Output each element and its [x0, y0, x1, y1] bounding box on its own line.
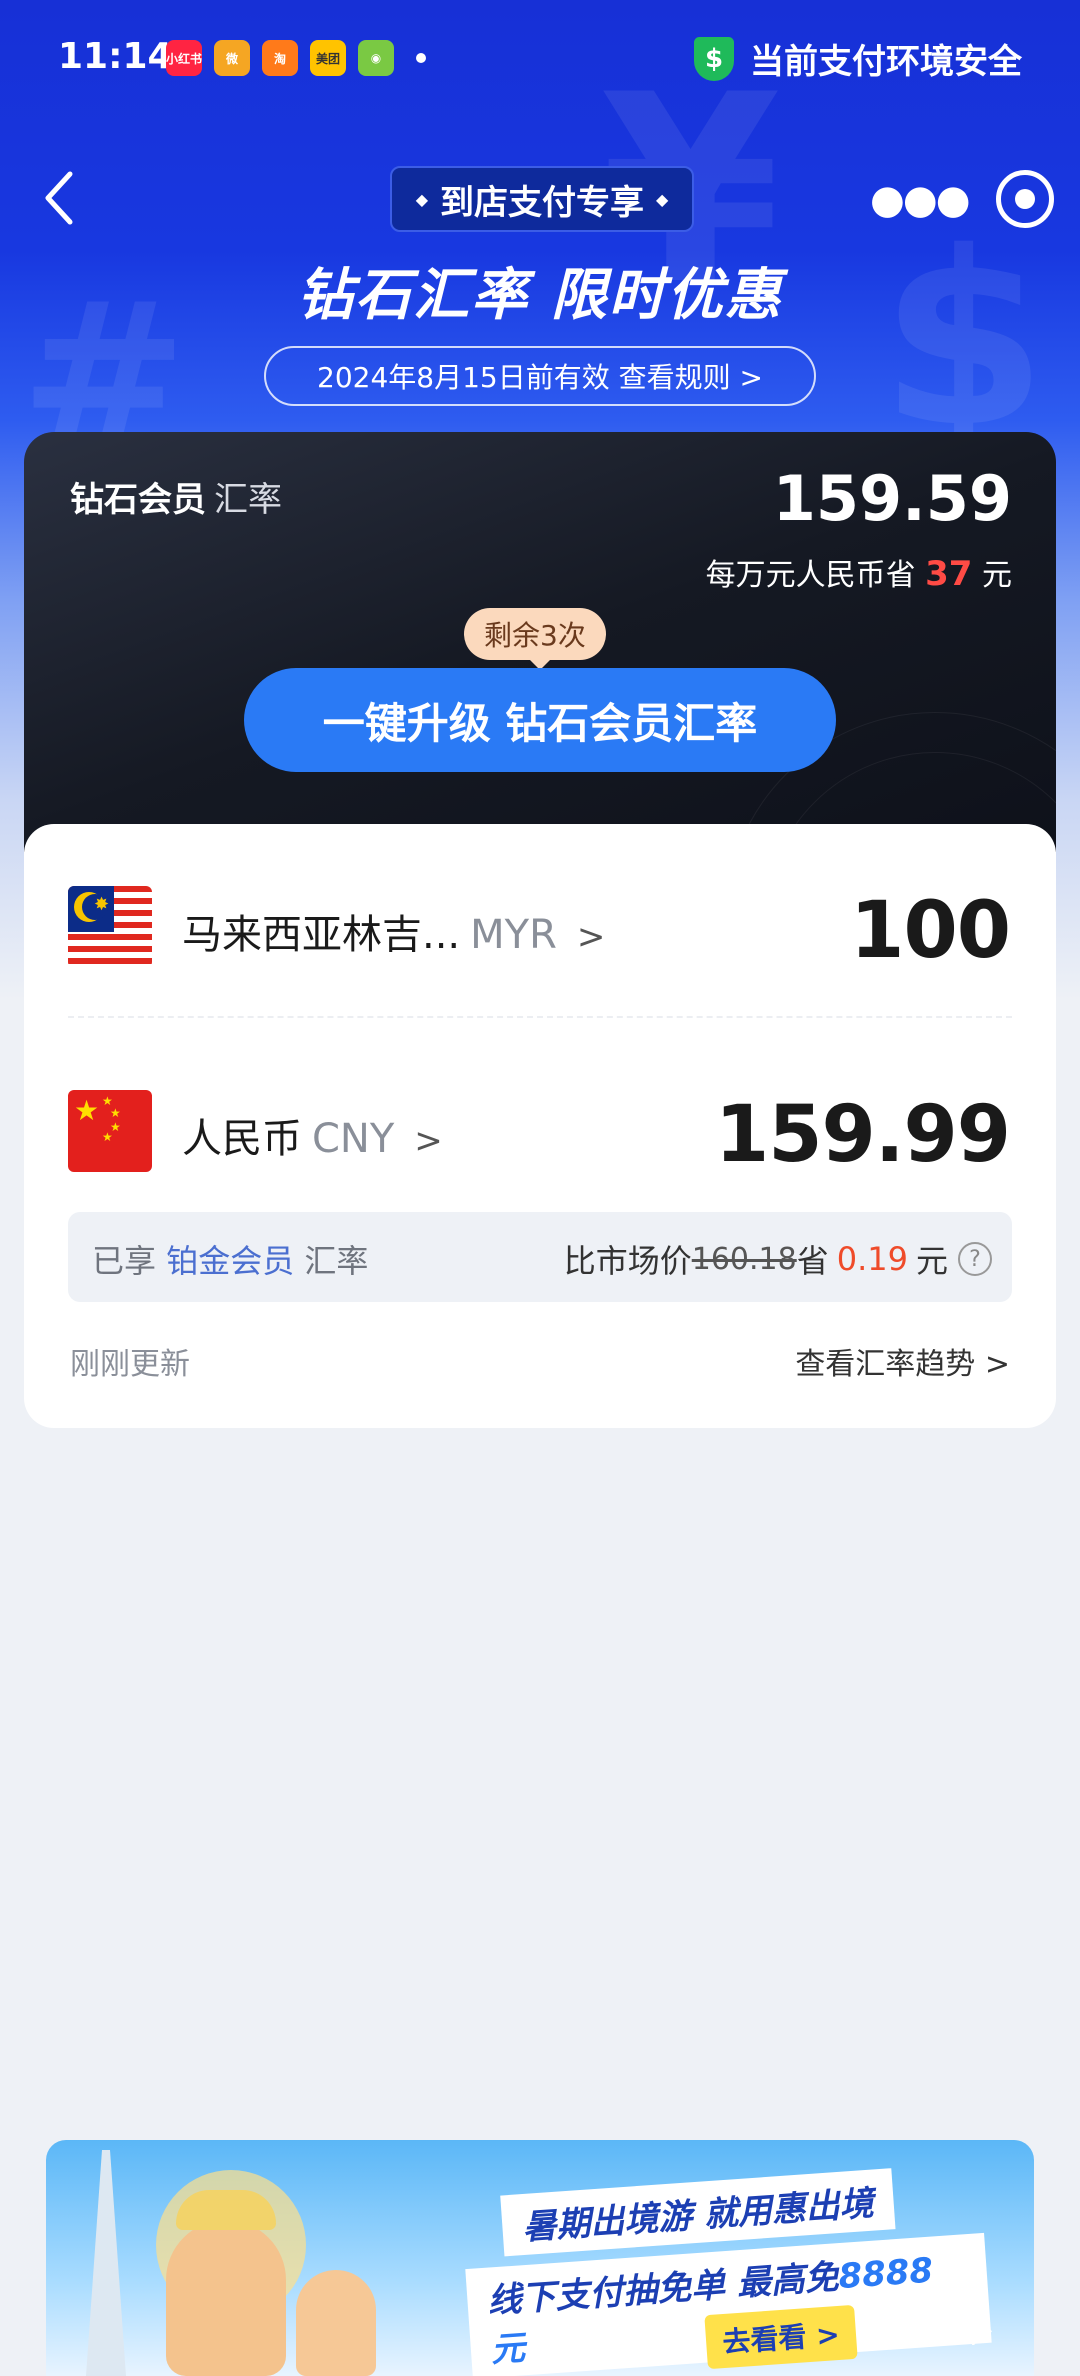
security-text: 当前支付环境安全: [750, 42, 1022, 82]
malaysia-flag-icon: ✸: [68, 886, 152, 968]
remaining-badge: 剩余3次: [464, 608, 606, 670]
diamond-member-label: 钻石会员: [70, 480, 206, 520]
weibo-icon: 微: [214, 40, 250, 76]
banner-cta-button[interactable]: 去看看 >: [704, 2304, 858, 2370]
to-currency-name: 人民币: [182, 1116, 302, 1162]
view-rules-link[interactable]: 2024年8月15日前有效 查看规则 >: [264, 346, 816, 406]
diamond-icon: ◆: [415, 189, 428, 209]
member-tier-text: 已享 铂金会员 汇率: [92, 1236, 368, 1282]
status-bar: 11:14 小红书 微 淘 美团 ◉ $ 当前支付环境安全: [0, 0, 1080, 120]
airplane-icon: ✈: [960, 2310, 994, 2356]
to-amount: 159.99: [715, 1090, 1011, 1180]
taobao-icon: 淘: [262, 40, 298, 76]
shield-dollar-icon: $: [694, 36, 734, 81]
savings-amount: 37: [925, 554, 973, 594]
more-notifications-dot: [416, 53, 426, 63]
market-price: 160.18: [691, 1241, 797, 1277]
chevron-right-icon: >: [414, 1121, 443, 1161]
from-amount-input[interactable]: 100: [850, 886, 1011, 976]
member-prefix: 已享: [92, 1242, 157, 1280]
updated-text: 刚刚更新: [70, 1347, 190, 1382]
from-currency-selector[interactable]: 马来西亚林吉... MYR >: [182, 902, 605, 960]
diamond-title: 钻石会员 汇率: [70, 472, 282, 521]
savings-prefix: 每万元人民币省: [705, 558, 916, 593]
diamond-rate-card: 钻石会员 汇率 159.59 每万元人民币省 37 元 剩余3次 一键升级 钻石会…: [24, 432, 1056, 852]
chevron-left-icon: [45, 171, 73, 225]
compare-label: 比市场价: [563, 1242, 692, 1280]
back-button[interactable]: [40, 168, 100, 238]
diamond-icon: ◆: [656, 189, 669, 209]
traveler-boy-illustration: [296, 2270, 376, 2376]
savings-suffix: 元: [982, 558, 1012, 593]
member-rate-bar: 已享 铂金会员 汇率 比市场价 160.18 省 0.19 元 ?: [68, 1212, 1012, 1302]
from-currency-row: ✸ 马来西亚林吉... MYR > 100: [24, 864, 1056, 994]
chevron-right-icon: >: [576, 917, 606, 957]
unit-label: 元: [915, 1242, 948, 1280]
from-currency-name: 马来西亚林吉...: [182, 912, 461, 958]
from-currency-code: MYR: [470, 912, 557, 958]
diamond-rate: 159.59: [772, 462, 1012, 535]
to-currency-selector[interactable]: 人民币 CNY >: [182, 1106, 443, 1164]
upgrade-button[interactable]: 一键升级 钻石会员汇率: [244, 668, 836, 772]
close-miniprogram-button[interactable]: [996, 170, 1054, 228]
to-currency-code: CNY: [312, 1116, 395, 1162]
rate-trend-link[interactable]: 查看汇率趋势 >: [795, 1339, 1010, 1383]
more-menu-button[interactable]: ●●●: [870, 170, 971, 230]
help-icon[interactable]: ?: [958, 1242, 992, 1276]
to-currency-row: ★ ★ ★ ★ ★ 人民币 CNY > 159.99: [24, 1068, 1056, 1198]
notification-icons: 小红书 微 淘 美团 ◉: [166, 40, 426, 76]
meituan-icon: 美团: [310, 40, 346, 76]
member-suffix: 汇率: [304, 1242, 369, 1280]
security-status: $ 当前支付环境安全: [694, 34, 1022, 83]
member-tier: 铂金会员: [166, 1242, 295, 1280]
save-label: 省: [796, 1242, 829, 1280]
rate-label: 汇率: [214, 480, 282, 520]
divider: [68, 1016, 1012, 1018]
store-payment-pill: ◆ 到店支付专享 ◆: [390, 166, 694, 232]
xiaohongshu-icon: 小红书: [166, 40, 202, 76]
pill-label: 到店支付专享: [440, 182, 644, 223]
status-time: 11:14: [58, 36, 173, 77]
converter-card: ✸ 马来西亚林吉... MYR > 100 ★ ★ ★ ★ ★ 人民币 CNY > 15…: [24, 824, 1056, 1428]
app-icon: ◉: [358, 40, 394, 76]
market-compare: 比市场价 160.18 省 0.19 元 ?: [564, 1236, 992, 1282]
china-flag-icon: ★ ★ ★ ★ ★: [68, 1090, 152, 1172]
nav-bar: ◆ 到店支付专享 ◆ ●●●: [0, 160, 1080, 260]
savings-text: 每万元人民币省 37 元: [706, 550, 1012, 594]
promo-banner[interactable]: 暑期出境游 就用惠出境 线下支付抽免单 最高免8888元 去看看 > ✈: [46, 2140, 1034, 2376]
eiffel-tower-illustration: [86, 2150, 126, 2376]
traveler-girl-illustration: [166, 2190, 286, 2376]
promo-headline: 钻石汇率 限时优惠: [297, 263, 783, 328]
save-amount: 0.19: [836, 1240, 908, 1278]
